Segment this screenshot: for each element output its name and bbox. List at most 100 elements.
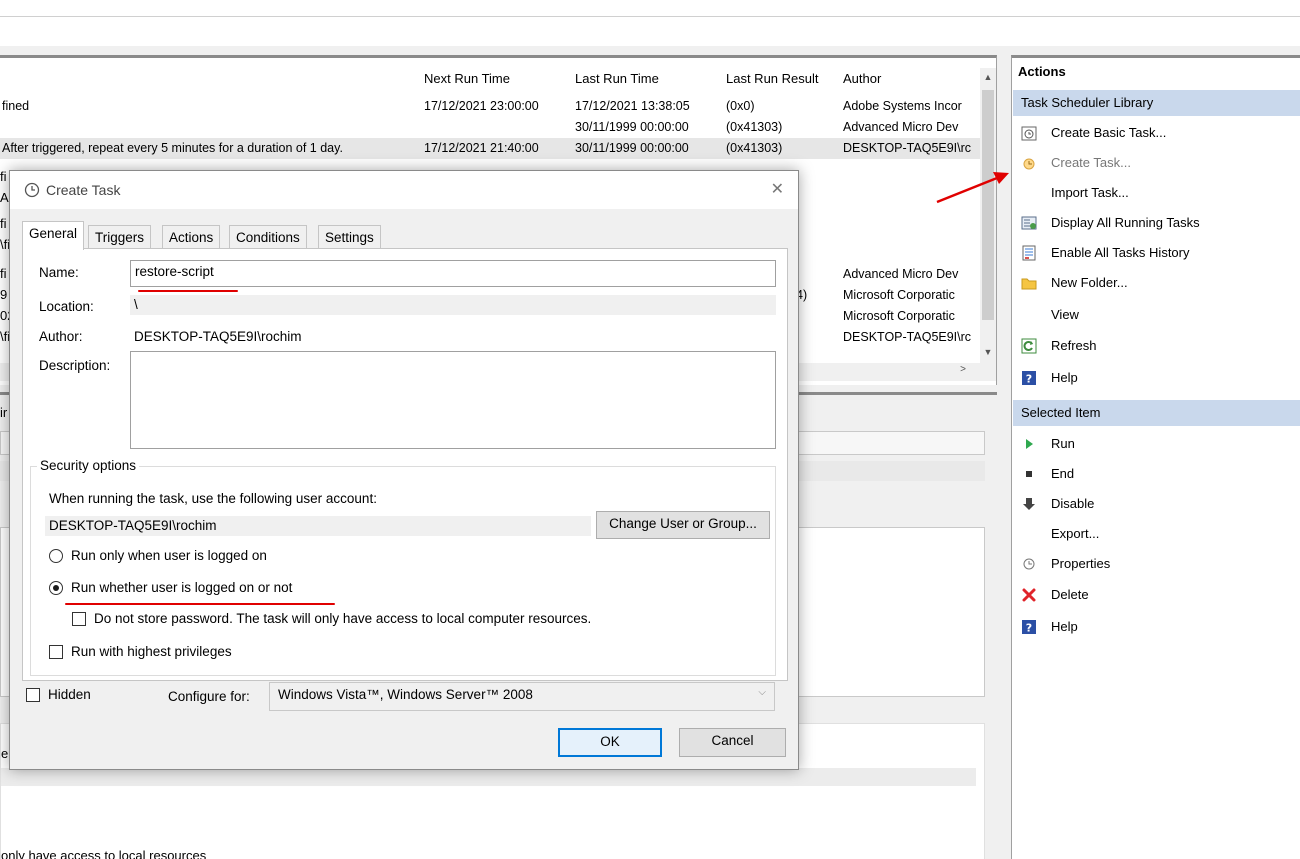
checkbox-hidden[interactable] [26, 688, 40, 702]
scroll-right-icon[interactable]: > [960, 364, 966, 375]
svg-text:?: ? [1026, 373, 1032, 386]
cell-author: Advanced Micro Dev [843, 267, 959, 281]
table-row-selected[interactable]: After triggered, repeat every 5 minutes … [0, 138, 980, 159]
column-last-run-result[interactable]: Last Run Result [726, 71, 819, 86]
action-label: Run [1051, 436, 1075, 451]
cell-author: Microsoft Corporatic [843, 288, 955, 302]
properties-icon [1021, 556, 1037, 572]
column-author[interactable]: Author [843, 71, 881, 86]
trigger-fragment: 9 [0, 287, 8, 302]
tab-triggers[interactable]: Triggers [88, 225, 152, 249]
action-label: Delete [1051, 587, 1089, 602]
security-options-legend: Security options [37, 458, 140, 473]
trigger-fragment: A [0, 190, 9, 205]
configure-for-label: Configure for: [168, 689, 250, 704]
do-not-store-password-label[interactable]: Do not store password. The task will onl… [94, 611, 591, 626]
column-next-run-time[interactable]: Next Run Time [424, 71, 510, 86]
section-task-scheduler-library[interactable]: Task Scheduler Library [1013, 90, 1300, 116]
trigger-fragment: fi [0, 169, 7, 184]
change-user-button[interactable]: Change User or Group... [596, 511, 770, 539]
action-label: Create Basic Task... [1051, 125, 1167, 140]
actions-title: Actions [1018, 64, 1066, 79]
action-label: Create Task... [1051, 155, 1131, 170]
refresh-icon [1021, 338, 1037, 354]
description-label: Description: [39, 358, 111, 373]
ok-button[interactable]: OK [558, 728, 662, 757]
action-end[interactable]: End [1013, 459, 1300, 489]
action-disable[interactable]: Disable [1013, 489, 1300, 519]
detail-bottom-text: only have access to local resources [1, 848, 207, 859]
radio-run-only-logged-on-label[interactable]: Run only when user is logged on [71, 548, 267, 563]
action-help-selected[interactable]: ? Help [1013, 612, 1300, 642]
table-row[interactable]: fined 17/12/2021 23:00:00 17/12/2021 13:… [0, 96, 980, 117]
scroll-down-icon[interactable]: ▼ [980, 343, 996, 361]
dialog-titlebar[interactable]: Create Task ✕ [10, 171, 798, 209]
section-selected-item[interactable]: Selected Item [1013, 400, 1300, 426]
cell-author: DESKTOP-TAQ5E9I\rc [843, 330, 972, 344]
radio-run-whether-logged-on[interactable] [49, 581, 63, 595]
action-label: Enable All Tasks History [1051, 245, 1190, 260]
help-icon: ? [1021, 619, 1037, 635]
action-display-running-tasks[interactable]: Display All Running Tasks [1013, 208, 1300, 238]
cell-next-run: 17/12/2021 23:00:00 [424, 99, 539, 113]
checkbox-do-not-store-password[interactable] [72, 612, 86, 626]
scroll-up-icon[interactable]: ▲ [980, 68, 996, 86]
action-label: Help [1051, 619, 1078, 634]
tab-conditions[interactable]: Conditions [229, 225, 307, 249]
hidden-label[interactable]: Hidden [48, 687, 91, 702]
checkbox-highest-privileges[interactable] [49, 645, 63, 659]
cell-trigger: fined [2, 99, 30, 113]
action-run[interactable]: Run [1013, 429, 1300, 459]
chevron-down-icon: ⌵ [758, 687, 766, 698]
table-row[interactable]: 30/11/1999 00:00:00 (0x41303) Advanced M… [0, 117, 980, 138]
action-label: New Folder... [1051, 275, 1128, 290]
cancel-button[interactable]: Cancel [679, 728, 786, 757]
configure-for-select[interactable]: Windows Vista™, Windows Server™ 2008 ⌵ [269, 682, 775, 711]
account-prompt: When running the task, use the following… [49, 491, 377, 506]
close-icon[interactable]: ✕ [771, 179, 784, 199]
action-import-task[interactable]: Import Task... [1013, 178, 1300, 208]
action-enable-tasks-history[interactable]: Enable All Tasks History [1013, 238, 1300, 268]
column-last-run-time[interactable]: Last Run Time [575, 71, 659, 86]
action-export[interactable]: Export... [1013, 519, 1300, 549]
task-list-vertical-scrollbar[interactable]: ▲ ▼ [980, 68, 996, 368]
action-label: View [1051, 307, 1079, 322]
tab-general[interactable]: General [22, 221, 85, 250]
cell-author: Advanced Micro Dev [843, 120, 959, 134]
highest-privileges-label[interactable]: Run with highest privileges [71, 644, 232, 659]
action-new-folder[interactable]: New Folder... [1013, 268, 1300, 298]
location-label: Location: [39, 299, 94, 314]
radio-run-only-logged-on[interactable] [49, 549, 63, 563]
cell-author: Adobe Systems Incor [843, 99, 962, 113]
cell-trigger: After triggered, repeat every 5 minutes … [2, 141, 343, 155]
description-textarea[interactable] [130, 351, 776, 449]
user-account-value: DESKTOP-TAQ5E9I\rochim [45, 516, 591, 536]
top-divider [0, 16, 1300, 17]
action-create-basic-task[interactable]: Create Basic Task... [1013, 118, 1300, 148]
create-basic-task-icon [1021, 125, 1037, 141]
action-help[interactable]: ? Help [1013, 363, 1300, 393]
tab-settings[interactable]: Settings [318, 225, 381, 249]
annotation-arrow [936, 172, 1009, 204]
action-delete[interactable]: Delete [1013, 580, 1300, 610]
general-tab-panel: Name: restore-script Location: \ Author:… [22, 248, 788, 681]
tab-actions[interactable]: Actions [162, 225, 221, 249]
svg-text:?: ? [1026, 622, 1032, 635]
action-view[interactable]: View [1013, 300, 1300, 330]
cell-last-run: 30/11/1999 00:00:00 [575, 120, 689, 134]
stop-icon [1021, 466, 1037, 482]
cell-last-run: 17/12/2021 13:38:05 [575, 99, 690, 113]
cell-next-run: 17/12/2021 21:40:00 [424, 141, 539, 155]
create-task-icon [1021, 155, 1037, 171]
cell-last-result: (0x41303) [726, 141, 783, 155]
trigger-fragment: fi [0, 266, 7, 281]
action-properties[interactable]: Properties [1013, 549, 1300, 579]
name-input[interactable]: restore-script [130, 260, 776, 287]
action-create-task[interactable]: Create Task... [1013, 148, 1300, 178]
radio-run-whether-logged-on-label[interactable]: Run whether user is logged on or not [71, 580, 292, 595]
author-value: DESKTOP-TAQ5E9I\rochim [134, 329, 302, 344]
security-options-group: Security options When running the task, … [30, 458, 776, 676]
action-refresh[interactable]: Refresh [1013, 331, 1300, 361]
location-value: \ [130, 295, 776, 315]
cell-last-run: 30/11/1999 00:00:00 [575, 141, 689, 155]
